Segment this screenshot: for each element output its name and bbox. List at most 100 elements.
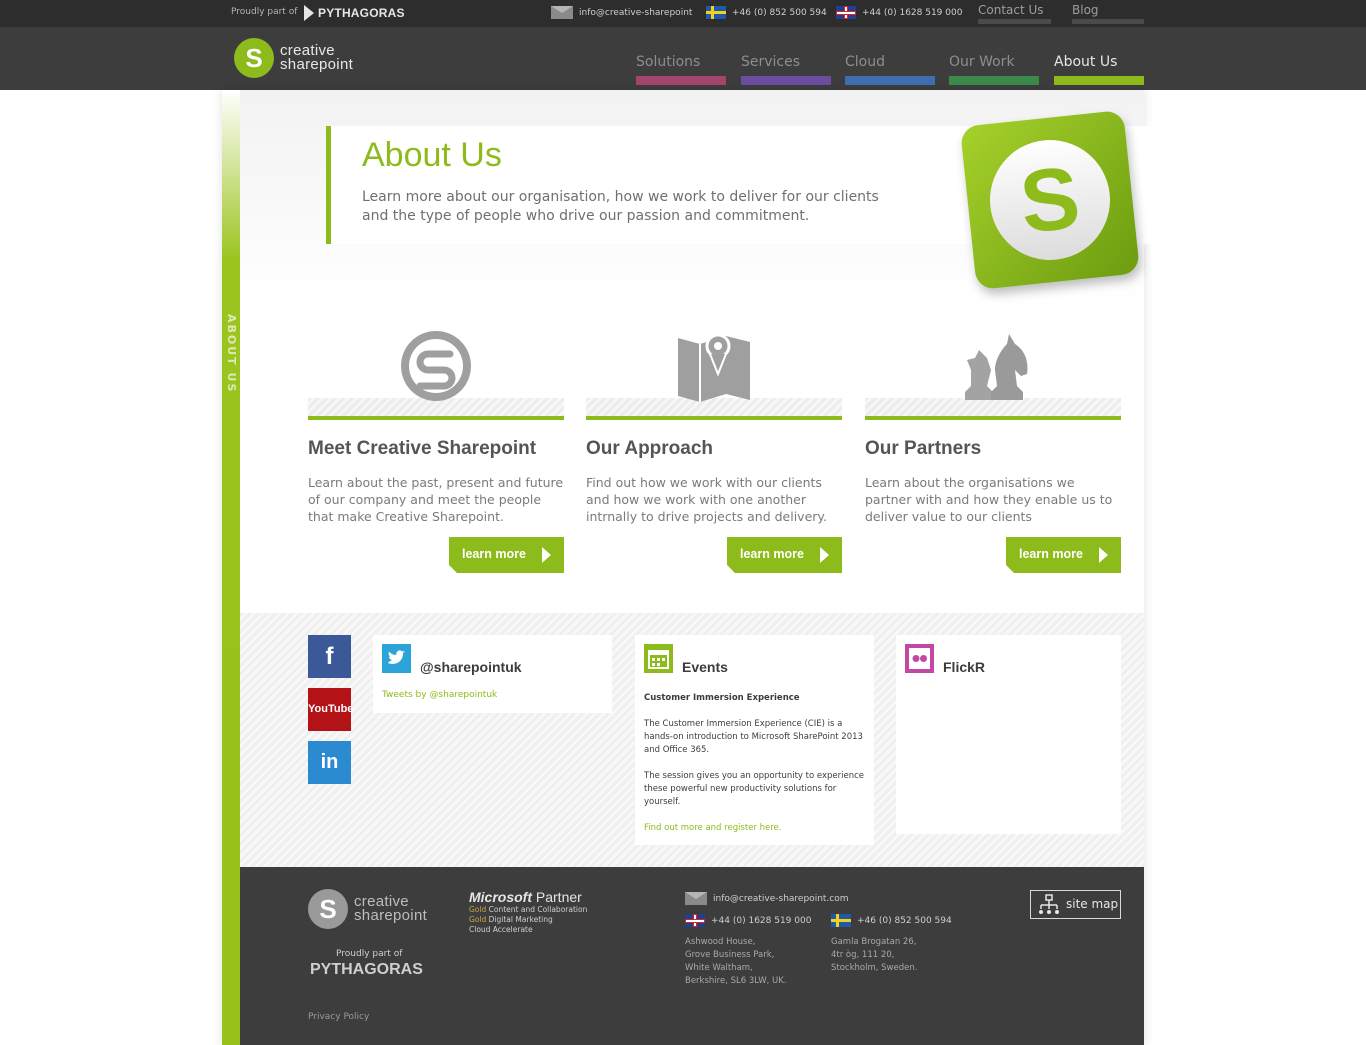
nav-solutions[interactable]: Solutions — [636, 54, 726, 85]
creative-sharepoint-logo[interactable]: creative sharepoint — [234, 38, 353, 78]
nav-services[interactable]: Services — [741, 54, 831, 85]
flickr-icon — [905, 644, 934, 673]
nav-cloud-label: Cloud — [845, 54, 885, 70]
contact-us-link[interactable]: Contact Us — [978, 3, 1051, 24]
blog-underline — [1072, 19, 1144, 24]
nav-about-us-label: About Us — [1054, 54, 1118, 70]
ms-gold-2: Gold — [469, 915, 487, 924]
ms-competency-3: Cloud Accelerate — [469, 925, 533, 934]
sharepoint-logo-icon — [234, 38, 274, 78]
learn-more-button[interactable]: learn more — [449, 537, 564, 573]
learn-more-label: learn more — [740, 547, 804, 561]
microsoft-partner-logo: Microsoft Partner Gold Content and Colla… — [469, 889, 587, 935]
twitter-handle: @sharepointuk — [420, 659, 522, 675]
flickr-card: FlickR — [896, 635, 1121, 834]
arrow-right-icon — [1099, 547, 1108, 563]
top-email[interactable]: info@creative-sharepoint — [551, 6, 692, 19]
facebook-icon: f — [325, 643, 334, 670]
twitter-card: @sharepointuk Tweets by @sharepointuk — [373, 635, 612, 713]
learn-more-button[interactable]: learn more — [727, 537, 842, 573]
feature-green-bar — [865, 416, 1121, 420]
site-map-label: site map — [1066, 897, 1119, 911]
event-register-link[interactable]: Find out more and register here. — [644, 823, 782, 833]
pythagoras-logo[interactable]: PYTHAGORAS — [302, 1, 405, 25]
sharepoint-logo-icon — [401, 331, 471, 401]
uk-address-line: Grove Business Park, — [685, 950, 775, 960]
footer-phone-uk: +44 (0) 1628 519 000 — [685, 914, 811, 927]
sidebar-section-label: ABOUT US — [224, 314, 238, 394]
top-email-text: info@creative-sharepoint — [579, 7, 693, 18]
sitemap-icon — [1039, 894, 1059, 914]
page-footer: creative sharepoint Proudly part of PYTH… — [240, 867, 1144, 1045]
page-subtitle: Learn more about our organisation, how w… — [362, 189, 879, 224]
feature-text: Learn about the past, present and future… — [308, 475, 564, 524]
learn-more-button[interactable]: learn more — [1006, 537, 1121, 573]
pythagoras-wordmark: PYTHAGORAS — [318, 6, 405, 20]
top-phone-uk-text: +44 (0) 1628 519 000 — [862, 7, 963, 18]
nav-our-work[interactable]: Our Work — [949, 54, 1039, 85]
feature-our-approach: Our Approach Find out how we work with o… — [586, 328, 842, 573]
large-logo-inner — [984, 134, 1116, 266]
top-phone-uk: +44 (0) 1628 519 000 — [836, 6, 962, 19]
chess-icon — [965, 334, 1028, 400]
sharepoint-logo-icon — [308, 889, 348, 929]
footer-proudly-text: Proudly part of — [336, 949, 403, 959]
youtube-button[interactable]: YouTube — [308, 688, 354, 731]
nav-cloud[interactable]: Cloud — [845, 54, 935, 85]
top-phone-se: +46 (0) 852 500 594 — [706, 6, 827, 19]
nav-about-us[interactable]: About Us — [1054, 54, 1144, 85]
feature-title: Our Approach — [586, 438, 714, 459]
se-address-line: Gamla Brogatan 26, — [831, 937, 917, 947]
se-address: Gamla Brogatan 26, 4tr òg, 111 20, Stock… — [831, 936, 917, 975]
feature-text: Learn about the organisations we partner… — [865, 475, 1113, 524]
events-title: Events — [682, 659, 728, 675]
footer-logo[interactable]: creative sharepoint — [308, 889, 427, 929]
se-address-line: Stockholm, Sweden. — [831, 963, 918, 973]
footer-email[interactable]: info@creative-sharepoint.com — [685, 892, 849, 905]
footer-phone-uk-text: +44 (0) 1628 519 000 — [711, 915, 812, 926]
footer-logo-line2: sharepoint — [354, 907, 428, 924]
sweden-flag-icon — [706, 6, 726, 19]
youtube-icon: YouTube — [308, 703, 354, 715]
map-icon — [678, 333, 750, 402]
privacy-policy-link[interactable]: Privacy Policy — [308, 1012, 369, 1022]
event-heading: Customer Immersion Experience — [644, 693, 800, 703]
linkedin-icon: in — [320, 751, 339, 773]
footer-phone-se: +46 (0) 852 500 594 — [831, 914, 952, 927]
footer-pythagoras-logo[interactable]: Proudly part of PYTHAGORAS — [308, 947, 438, 987]
envelope-icon — [551, 6, 573, 19]
top-utility-bar: Proudly part of PYTHAGORAS info@creative… — [0, 0, 1366, 27]
feature-icon-area — [586, 328, 842, 420]
nav-solutions-bar — [636, 76, 726, 85]
footer-logo-wordmark: creative sharepoint — [354, 894, 428, 924]
sidebar-label-text: ABOUT US — [225, 314, 238, 394]
feature-green-bar — [308, 416, 564, 420]
sweden-flag-icon — [831, 914, 851, 927]
feature-icon-area — [865, 328, 1121, 420]
site-map-button[interactable]: site map — [1030, 890, 1121, 919]
facebook-button[interactable]: f — [308, 635, 351, 678]
large-sharepoint-logo-icon — [959, 109, 1141, 291]
contact-us-label: Contact Us — [978, 3, 1044, 17]
hero-section: About Us Learn more about our organisati… — [240, 90, 1162, 305]
event-paragraph-2: The session gives you an opportunity to … — [644, 771, 865, 807]
tweets-by-link[interactable]: Tweets by @sharepointuk — [382, 690, 497, 700]
ms-competency-2: Gold Digital Marketing — [469, 915, 587, 925]
twitter-icon — [382, 644, 411, 673]
feature-green-bar — [586, 416, 842, 420]
blog-link[interactable]: Blog — [1072, 3, 1144, 24]
envelope-icon — [685, 892, 707, 905]
feature-title: Meet Creative Sharepoint — [308, 438, 537, 459]
ms-partner-title: Microsoft Partner — [469, 889, 587, 905]
logo-line2: sharepoint — [280, 56, 354, 73]
learn-more-label: learn more — [462, 547, 526, 561]
nav-services-bar — [741, 76, 831, 85]
logo-wordmark: creative sharepoint — [280, 43, 354, 73]
contact-us-underline — [978, 19, 1051, 24]
ms-partner-word: Partner — [535, 889, 582, 905]
nav-solutions-label: Solutions — [636, 54, 701, 70]
uk-address-line: Berkshire, SL6 3LW, UK. — [685, 976, 787, 986]
uk-flag-icon — [685, 914, 705, 927]
arrow-right-icon — [542, 547, 551, 563]
linkedin-button[interactable]: in — [308, 741, 351, 784]
